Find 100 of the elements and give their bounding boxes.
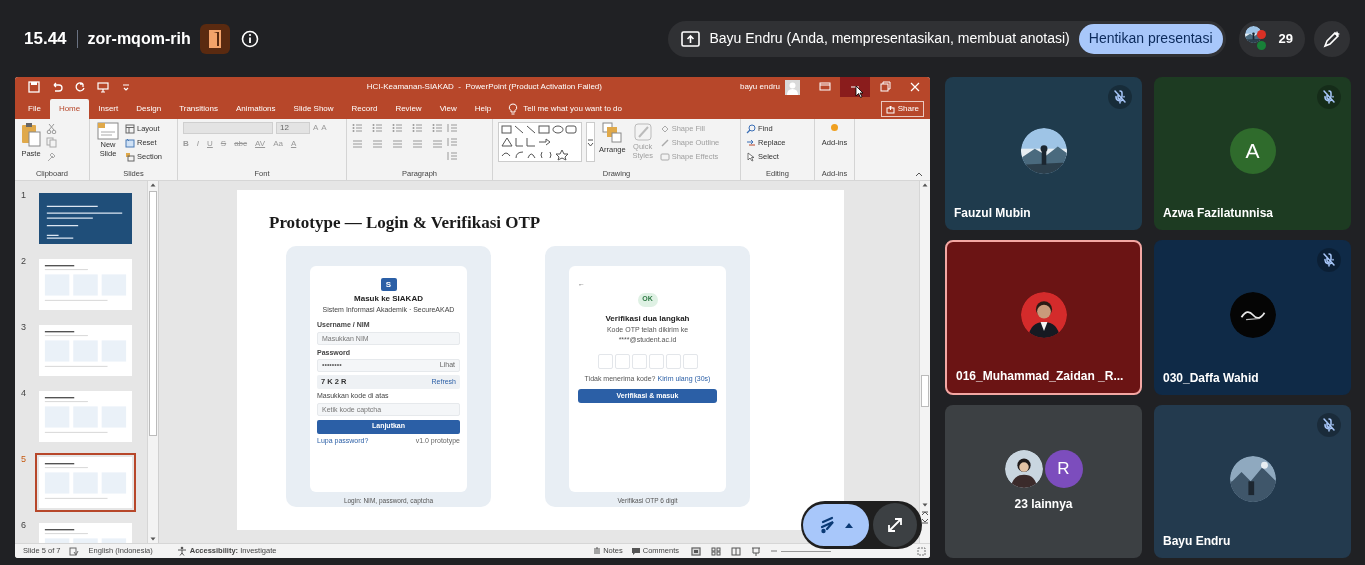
otp-digit-field: [597, 353, 613, 369]
ribbon-tab[interactable]: Help: [465, 99, 501, 119]
format-button[interactable]: AV: [255, 138, 266, 150]
reset-icon: [125, 137, 135, 148]
restore-icon: [879, 81, 891, 93]
expand-icon: [886, 516, 904, 534]
ribbon-tab[interactable]: Animations: [227, 99, 285, 119]
door-icon: [206, 29, 223, 48]
annotate-button[interactable]: [1314, 20, 1350, 57]
scroll-down-icon[interactable]: [921, 501, 929, 509]
section-icon: [125, 151, 135, 162]
list-icon[interactable]: [352, 123, 363, 133]
meeting-time: 15.44: [24, 27, 67, 50]
ribbon-tab[interactable]: Home: [49, 99, 90, 119]
ribbon-tab[interactable]: File: [19, 99, 50, 119]
tell-me-field[interactable]: Tell me what you want to do: [523, 103, 622, 115]
avatar: A: [1229, 127, 1276, 174]
reading-view-icon[interactable]: [731, 546, 741, 556]
ribbon-tab[interactable]: Insert: [89, 99, 128, 119]
magic-pen-icon: [1323, 29, 1341, 48]
comment-icon: [630, 547, 641, 555]
slide-show-icon[interactable]: [751, 546, 761, 556]
expand-button[interactable]: [873, 503, 917, 547]
close-icon: [909, 81, 921, 93]
otp-digit-field: [665, 353, 681, 369]
next-slide-icon[interactable]: [921, 517, 929, 525]
participant-name: Azwa Fazilatunnisa: [1163, 205, 1274, 222]
format-button[interactable]: I: [196, 138, 199, 150]
stop-presenting-button[interactable]: Hentikan presentasi: [1078, 23, 1223, 54]
present-screen-icon: [681, 30, 701, 47]
slide-title: Prototype — Login & Verifikasi OTP: [268, 212, 542, 234]
user-avatar-icon[interactable]: [785, 79, 800, 95]
normal-view-icon[interactable]: [691, 546, 701, 556]
slide-number: 3: [21, 321, 27, 334]
ribbon-tab[interactable]: Slide Show: [284, 99, 343, 119]
format-button[interactable]: U: [207, 138, 213, 150]
otp-digit-field: [631, 353, 647, 369]
customize-toolbar-icon[interactable]: [120, 81, 132, 93]
participants-button[interactable]: 29: [1238, 20, 1305, 57]
shapes-gallery[interactable]: [498, 122, 582, 162]
font-size-button[interactable]: A: [321, 122, 327, 134]
fit-slide-icon[interactable]: [917, 546, 926, 556]
annotation-tools-button[interactable]: [803, 504, 869, 546]
replace-icon: [746, 137, 756, 148]
format-button[interactable]: Aa: [273, 138, 283, 150]
caret-icon: [845, 522, 853, 528]
presentation-icon[interactable]: [97, 81, 109, 93]
lightbulb-icon: [508, 103, 519, 115]
format-button[interactable]: A: [290, 138, 297, 150]
cut-icon[interactable]: [46, 123, 57, 134]
ribbon-tab[interactable]: Transitions: [170, 99, 227, 119]
quick-styles-icon: [632, 122, 653, 142]
slide-number: 5: [21, 453, 27, 466]
ribbon-display-icon: [819, 81, 831, 93]
format-painter-icon[interactable]: [46, 151, 57, 162]
ribbon-tab[interactable]: Design: [127, 99, 171, 119]
list-icon[interactable]: [372, 123, 383, 133]
otp-digit-field: [648, 353, 664, 369]
clipboard-icon: [20, 122, 42, 148]
otp-digit-field: [682, 353, 698, 369]
add-ins-icon: [831, 124, 838, 131]
slide-icon: [97, 122, 119, 140]
minimize-button[interactable]: [840, 77, 870, 97]
pointer-icon: [746, 151, 756, 162]
slide-sorter-icon[interactable]: [711, 546, 721, 556]
avatar: R: [1044, 450, 1083, 488]
shape-effects-icon: [659, 151, 670, 162]
meeting-code: zor-mqom-rih: [87, 28, 191, 49]
host-controls-button[interactable]: [199, 23, 230, 54]
font-name-field[interactable]: [183, 122, 273, 134]
presenter-notice: Bayu Endru (Anda, mempresentasikan, membuat anotasi): [709, 29, 1070, 48]
ribbon-tab[interactable]: Review: [386, 99, 431, 119]
layout-icon: [125, 123, 135, 134]
list-icon[interactable]: [412, 123, 423, 133]
pencil-icon: [659, 137, 670, 148]
redo-icon[interactable]: [74, 81, 86, 93]
spell-check-icon[interactable]: [68, 546, 79, 556]
format-button[interactable]: S: [220, 138, 227, 150]
save-icon[interactable]: [28, 81, 40, 93]
font-size-field[interactable]: 12: [276, 122, 310, 134]
list-icon[interactable]: [392, 123, 403, 133]
share-button[interactable]: Share: [880, 101, 924, 117]
ribbon-tab[interactable]: View: [430, 99, 466, 119]
ribbon-tab[interactable]: Record: [342, 99, 387, 119]
font-size-button[interactable]: A: [313, 122, 319, 134]
undo-icon[interactable]: [51, 81, 63, 93]
list-icon[interactable]: [432, 123, 443, 133]
scrollbar-thumb[interactable]: [921, 375, 929, 407]
previous-slide-icon[interactable]: [921, 509, 929, 517]
gallery-more-icon[interactable]: [586, 122, 595, 162]
notes-icon: [593, 547, 602, 555]
collapse-ribbon-icon[interactable]: [914, 170, 924, 178]
scrollbar-thumb[interactable]: [149, 191, 157, 436]
info-icon[interactable]: [240, 29, 259, 48]
document-title: HCI-Keamanan-SIAKAD - PowerPoint (Product Activation Failed): [366, 81, 602, 93]
participant-name: Bayu Endru: [1163, 533, 1231, 550]
slide-thumbnail[interactable]: [35, 453, 136, 512]
participant-name: 016_Muhammad_Zaidan _R...: [956, 368, 1124, 385]
format-button[interactable]: abc: [234, 138, 248, 150]
participant-name: 23 lainnya: [1014, 496, 1073, 513]
